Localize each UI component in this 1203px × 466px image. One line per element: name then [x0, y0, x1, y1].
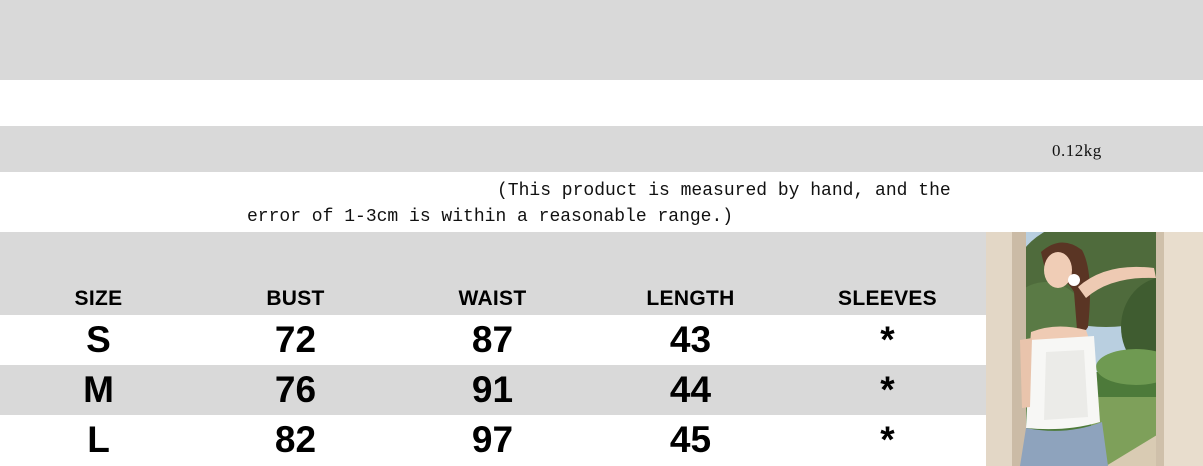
length-cell: 45 — [669, 419, 712, 460]
measurement-note-line1: (This product is measured by hand, and t… — [497, 181, 951, 201]
size-cell: L — [87, 419, 110, 460]
table-row: S 72 87 43 * — [0, 315, 986, 365]
sleeves-cell: * — [880, 369, 895, 410]
top-gray-band — [0, 0, 1203, 80]
header-size: SIZE — [74, 287, 123, 310]
measurement-note-line2: error of 1-3cm is within a reasonable ra… — [247, 207, 734, 227]
model-photo — [986, 232, 1203, 466]
length-cell: 43 — [669, 319, 712, 360]
header-bust: BUST — [266, 287, 325, 310]
size-chart-table: SIZE BUST WAIST LENGTH SLEEVES S 72 87 4… — [0, 232, 986, 466]
bust-cell: 76 — [274, 369, 317, 410]
table-row: M 76 91 44 * — [0, 365, 986, 415]
sleeves-cell: * — [880, 319, 895, 360]
waist-cell: 91 — [471, 369, 514, 410]
header-sleeves: SLEEVES — [838, 287, 937, 310]
weight-band — [0, 126, 1203, 172]
sleeves-cell: * — [880, 419, 895, 460]
bust-cell: 72 — [274, 319, 317, 360]
waist-cell: 97 — [471, 419, 514, 460]
header-waist: WAIST — [458, 287, 527, 310]
size-chart-header-row: SIZE BUST WAIST LENGTH SLEEVES — [0, 232, 986, 315]
length-cell: 44 — [669, 369, 712, 410]
waist-cell: 87 — [471, 319, 514, 360]
size-cell: S — [86, 319, 111, 360]
header-length: LENGTH — [646, 287, 735, 310]
bust-cell: 82 — [274, 419, 317, 460]
product-weight: 0.12kg — [1052, 141, 1102, 160]
size-cell: M — [83, 369, 114, 410]
table-row: L 82 97 45 * — [0, 415, 986, 466]
